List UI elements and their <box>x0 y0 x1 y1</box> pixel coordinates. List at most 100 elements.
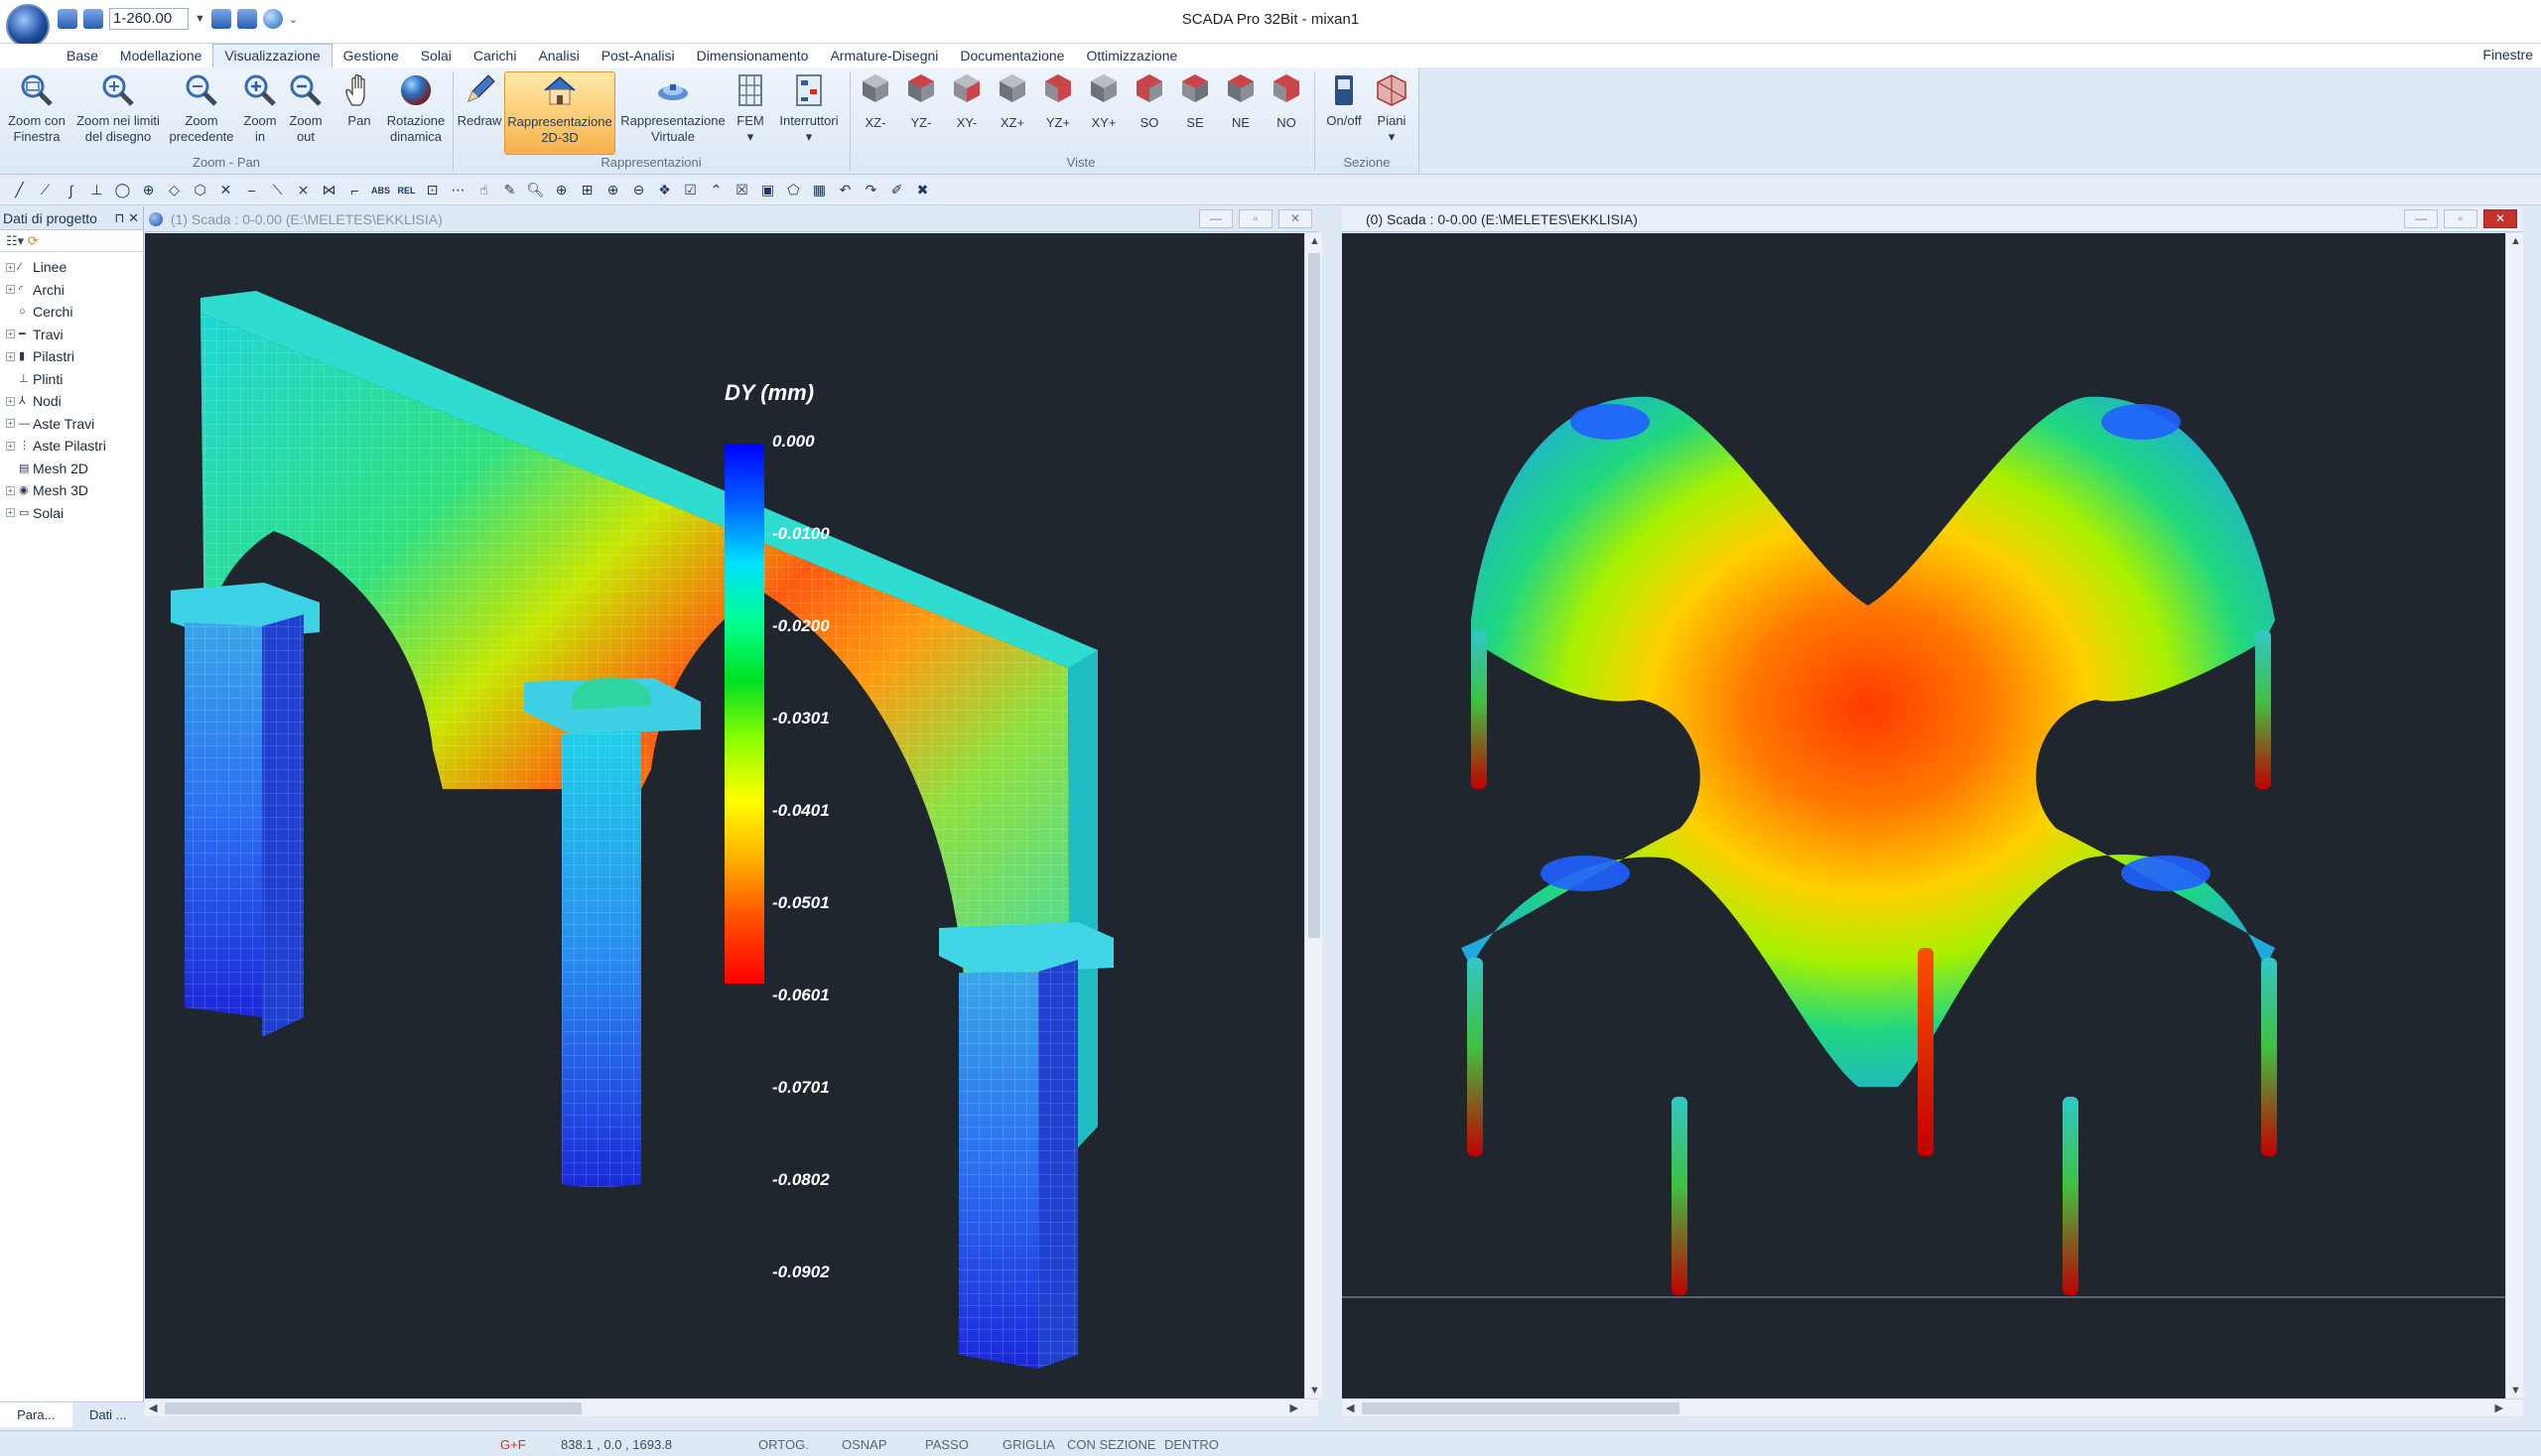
tab-documentazione[interactable]: Documentazione <box>949 45 1075 67</box>
tab-base[interactable]: Base <box>56 45 109 67</box>
pentagon-icon[interactable]: ⬠ <box>782 179 805 201</box>
scroll-thumb[interactable] <box>1308 253 1320 938</box>
toggle-grid[interactable]: GRIGLIA <box>1003 1437 1055 1452</box>
left-view-horizontal-scrollbar[interactable]: ◀ ▶ <box>145 1398 1318 1416</box>
zoom-previous-button[interactable]: Zoom precedente <box>167 71 236 155</box>
pointer-icon[interactable]: ☝ <box>472 179 495 201</box>
view-xz-minus-button[interactable]: XZ- <box>856 71 895 155</box>
tab-post-analisi[interactable]: Post-Analisi <box>591 45 686 67</box>
tab-parameters[interactable]: Para... <box>0 1402 72 1427</box>
diagonal-icon[interactable]: ⟍ <box>266 179 289 201</box>
panel-pin-close-icon[interactable]: ⊓ ✕ <box>114 206 139 230</box>
view-ne-button[interactable]: NE <box>1221 71 1261 155</box>
grid-icon[interactable]: ⋯ <box>447 179 469 201</box>
tab-data[interactable]: Dati ... <box>72 1402 145 1427</box>
expand-icon[interactable]: + <box>6 419 15 429</box>
magnifier-icon[interactable]: 🔍︎ <box>524 179 547 201</box>
view-xz-plus-button[interactable]: XZ+ <box>993 71 1032 155</box>
undo-icon[interactable]: ↶ <box>834 179 857 201</box>
close-button[interactable]: ✕ <box>1278 209 1312 228</box>
toggle-osnap[interactable]: OSNAP <box>842 1437 887 1452</box>
eyedropper-icon[interactable]: ✎ <box>498 179 521 201</box>
tree-item-solai[interactable]: + ▭ Solai <box>0 502 143 525</box>
windows-menu[interactable]: Finestre <box>2482 47 2533 63</box>
delete-icon[interactable]: ✖ <box>911 179 934 201</box>
expand-icon[interactable]: + <box>6 285 15 295</box>
switches-dropdown-icon[interactable]: ▾ <box>806 129 813 144</box>
view-se-button[interactable]: SE <box>1175 71 1215 155</box>
view-no-button[interactable]: NO <box>1267 71 1306 155</box>
expand-icon[interactable]: + <box>6 508 15 518</box>
magnifier-window-icon[interactable]: ⊞ <box>576 179 599 201</box>
view-xy-plus-button[interactable]: XY+ <box>1084 71 1124 155</box>
target-icon[interactable]: ⊕ <box>137 179 160 201</box>
scroll-thumb[interactable] <box>165 1402 582 1414</box>
select-box-icon[interactable]: ☑ <box>679 179 702 201</box>
brush-icon[interactable]: ✐ <box>885 179 908 201</box>
scroll-left-icon[interactable]: ◀ <box>1346 1401 1354 1414</box>
virtual-representation-button[interactable]: Rappresentazione Virtuale <box>617 71 729 155</box>
left-view-vertical-scrollbar[interactable]: ▲ ▼ <box>1304 233 1322 1398</box>
tree-item-nodi[interactable]: + ⅄ Nodi <box>0 390 143 413</box>
expand-icon[interactable]: + <box>6 485 15 495</box>
tree-item-mesh-2d[interactable]: ▤ Mesh 2D <box>0 458 143 480</box>
minimize-button[interactable]: — <box>1199 209 1233 228</box>
scroll-up-icon[interactable]: ▲ <box>1309 235 1320 247</box>
zoom-out-button[interactable]: Zoom out <box>284 71 328 155</box>
scroll-left-icon[interactable]: ◀ <box>149 1401 157 1414</box>
view-xy-minus-button[interactable]: XY- <box>947 71 987 155</box>
dynamic-rotation-button[interactable]: Rotazione dinamica <box>383 71 449 155</box>
tree-item-cerchi[interactable]: ○ Cerchi <box>0 301 143 324</box>
toggle-ortho[interactable]: ORTOG. <box>758 1437 809 1452</box>
circle-tool-icon[interactable]: ◯ <box>111 179 134 201</box>
intersection-icon[interactable]: ⨯ <box>292 179 315 201</box>
polygon-icon[interactable]: ⬡ <box>189 179 211 201</box>
fem-dropdown-icon[interactable]: ▾ <box>747 129 754 144</box>
representation-2d-3d-button[interactable]: Rappresentazione 2D-3D <box>504 71 615 155</box>
zoom-window-button[interactable]: Zoom con Finestra <box>4 71 69 155</box>
line-tool-icon[interactable]: ╱ <box>8 179 31 201</box>
cross-icon[interactable]: ✕ <box>214 179 237 201</box>
tab-ottimizzazione[interactable]: Ottimizzazione <box>1075 45 1188 67</box>
perpendicular-icon[interactable]: ⊥ <box>85 179 108 201</box>
tab-armature-disegni[interactable]: Armature-Disegni <box>819 45 949 67</box>
abs-coordinates-button[interactable]: ABS <box>369 179 392 201</box>
spline-tool-icon[interactable]: ∫ <box>60 179 82 201</box>
zoom-extents-button[interactable]: Zoom nei limiti del disegno <box>69 71 167 155</box>
magnifier-plus-icon[interactable]: ⊕ <box>550 179 573 201</box>
expand-icon[interactable]: + <box>6 396 15 406</box>
tab-modellazione[interactable]: Modellazione <box>109 45 213 67</box>
section-planes-button[interactable]: Piani ▾ <box>1370 71 1413 155</box>
maximize-button[interactable]: ▫ <box>1239 209 1272 228</box>
midpoint-icon[interactable]: ⋈ <box>318 179 340 201</box>
layers-icon[interactable]: ❖ <box>653 179 676 201</box>
toggle-step[interactable]: PASSO <box>925 1437 969 1452</box>
magnifier-in-icon[interactable]: ⊕ <box>602 179 624 201</box>
switches-button[interactable]: Interruttori ▾ <box>772 71 846 155</box>
close-button[interactable]: ✕ <box>2483 209 2517 228</box>
expand-icon[interactable]: + <box>6 351 15 361</box>
diamond-snap-icon[interactable]: ◇ <box>163 179 186 201</box>
polyline-tool-icon[interactable]: ⟋ <box>34 179 57 201</box>
section-onoff-button[interactable]: On/off <box>1320 71 1368 155</box>
tree-item-aste-travi[interactable]: + — Aste Travi <box>0 413 143 436</box>
tree-refresh-icon[interactable]: ⟳ <box>28 233 39 248</box>
scroll-down-icon[interactable]: ▼ <box>2510 1385 2521 1396</box>
scroll-thumb[interactable] <box>1362 1402 1679 1414</box>
left-3d-viewport[interactable]: DY (mm) 0.000 -0.0100 -0.0200 -0.0301 -0… <box>145 233 1304 1398</box>
toggle-section[interactable]: CON SEZIONE <box>1067 1437 1156 1452</box>
tab-analisi[interactable]: Analisi <box>527 45 590 67</box>
right-view-horizontal-scrollbar[interactable]: ◀ ▶ <box>1342 1398 2523 1416</box>
tab-gestione[interactable]: Gestione <box>333 45 410 67</box>
tree-item-pilastri[interactable]: + ▮ Pilastri <box>0 345 143 368</box>
tree-item-archi[interactable]: + ◜ Archi <box>0 279 143 302</box>
minimize-button[interactable]: — <box>2404 209 2438 228</box>
calculator-icon[interactable]: ▦ <box>808 179 831 201</box>
scroll-up-icon[interactable]: ▲ <box>2510 235 2521 247</box>
tab-dimensionamento[interactable]: Dimensionamento <box>686 45 820 67</box>
view-yz-plus-button[interactable]: YZ+ <box>1038 71 1078 155</box>
view-so-button[interactable]: SO <box>1130 71 1169 155</box>
corner-icon[interactable]: ⌐ <box>343 179 366 201</box>
dash-line-icon[interactable]: ⎯ <box>240 179 263 201</box>
tree-item-mesh-3d[interactable]: + ◉ Mesh 3D <box>0 479 143 502</box>
